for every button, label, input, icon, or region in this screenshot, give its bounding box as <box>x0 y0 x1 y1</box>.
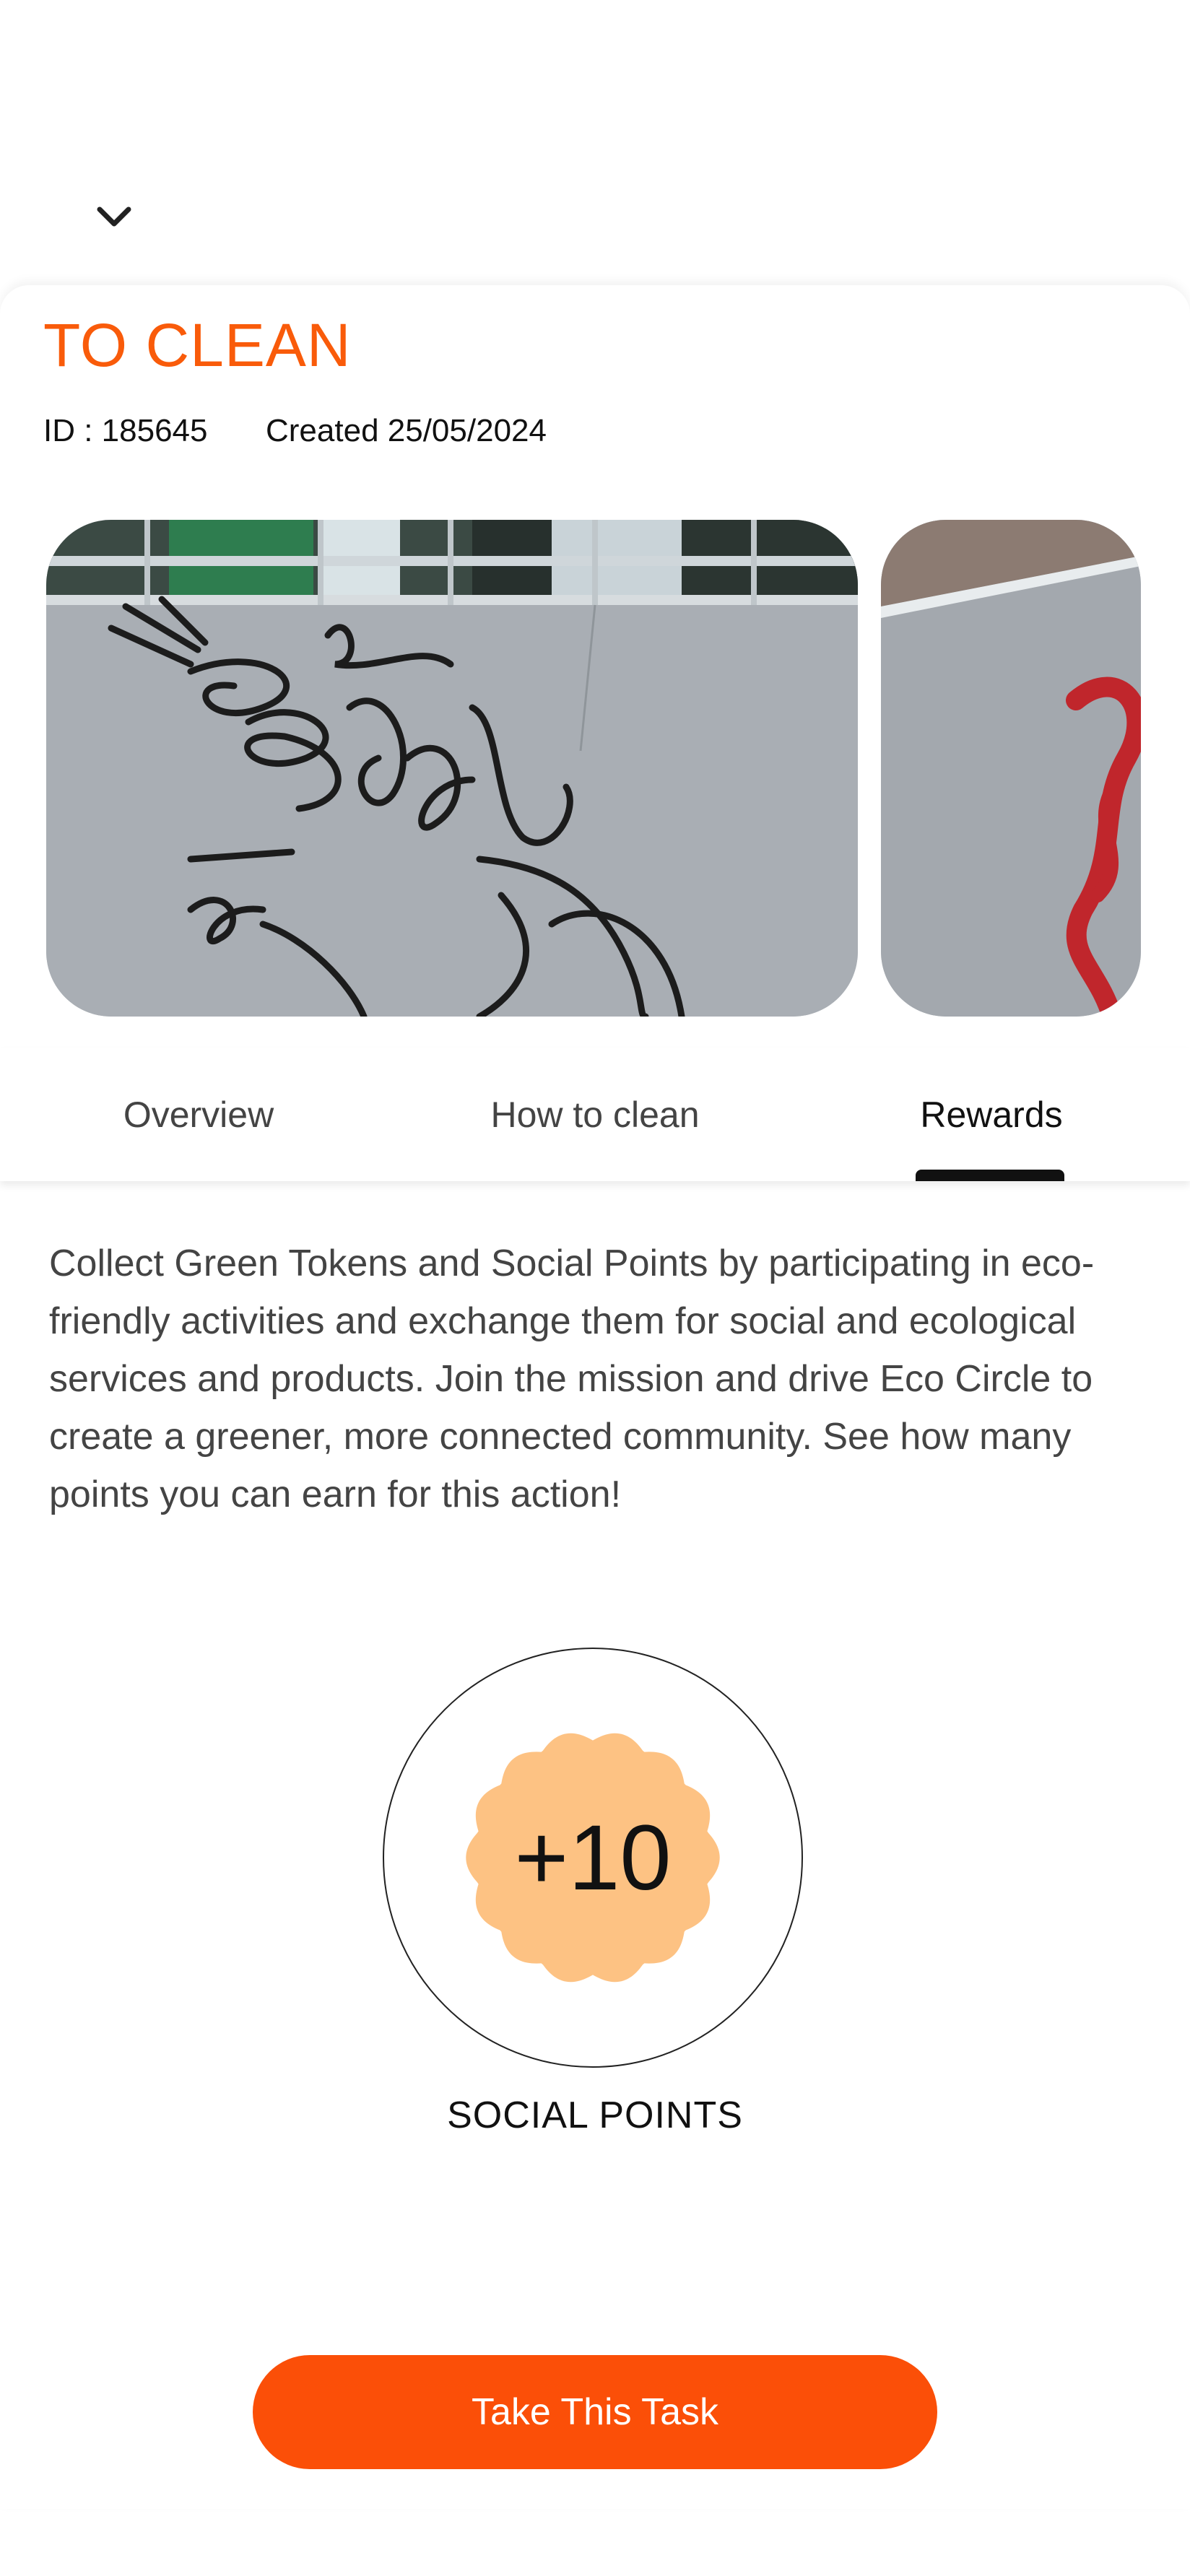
active-tab-indicator <box>916 1170 1064 1181</box>
task-status-title: TO CLEAN <box>43 311 352 379</box>
take-task-button[interactable]: Take This Task <box>253 2355 937 2469</box>
task-photo-2[interactable] <box>881 520 1141 1017</box>
tab-rewards[interactable]: Rewards <box>793 1048 1190 1181</box>
tab-how-to-clean[interactable]: How to clean <box>397 1048 793 1181</box>
task-created-date: Created 25/05/2024 <box>266 413 547 448</box>
points-label: SOCIAL POINTS <box>447 2094 743 2136</box>
task-photo-1[interactable] <box>46 520 858 1017</box>
tab-bar: Overview How to clean Rewards <box>0 1048 1190 1181</box>
chevron-down-icon[interactable] <box>94 202 134 231</box>
points-value: +10 <box>514 1806 672 1910</box>
tab-overview[interactable]: Overview <box>0 1048 397 1181</box>
task-detail-screen: TO CLEAN ID : 185645 Created 25/05/2024 <box>0 0 1190 2576</box>
rewards-description: Collect Green Tokens and Social Points b… <box>49 1243 1095 1515</box>
task-id: ID : 185645 <box>43 413 208 448</box>
